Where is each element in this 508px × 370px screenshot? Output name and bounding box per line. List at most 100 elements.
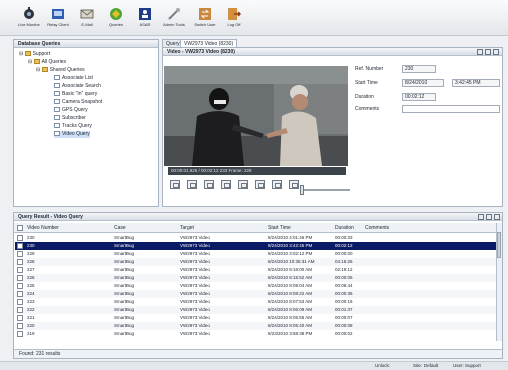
admin-tools-icon — [167, 6, 182, 21]
database-queries-title: Database Queries — [14, 40, 158, 48]
first-frame-button[interactable] — [170, 180, 180, 189]
table-row[interactable]: 222 SmartBug VW2973 Video 8/24/2010 8:06… — [15, 306, 496, 314]
table-row[interactable]: 225 SmartBug VW2973 Video 8/24/2010 8:09… — [15, 282, 496, 290]
col-case[interactable]: Case — [114, 224, 126, 232]
table-row[interactable]: 223 SmartBug VW2973 Video 8/24/2010 8:07… — [15, 298, 496, 306]
table-row[interactable]: 227 SmartBug VW2973 Video 8/24/2010 8:16… — [15, 266, 496, 274]
database-queries-panel: Database Queries ⊟ Support ⊟ All Queries… — [13, 39, 159, 207]
admin-tools-button[interactable]: Admin Tools — [163, 4, 185, 34]
row-checkbox[interactable] — [17, 243, 23, 249]
rewind-button[interactable] — [204, 180, 214, 189]
table-row-selected[interactable]: 230 SmartBug VW2973 Video 8/24/2010 3:42… — [15, 242, 496, 250]
row-checkbox[interactable] — [17, 259, 23, 265]
queries-button[interactable]: Queries — [105, 4, 127, 34]
log-off-button[interactable]: Log Off — [223, 4, 245, 34]
volume-slider-track[interactable] — [300, 189, 350, 191]
step-back-button[interactable] — [187, 180, 197, 189]
table-row[interactable]: 220 SmartBug VW2973 Video 8/24/2010 8:05… — [15, 322, 496, 330]
maximize-button[interactable] — [485, 49, 491, 55]
video-panel-title: Video - VW2973 Video (8230) — [163, 48, 502, 56]
tree-item-tracks-query[interactable]: Tracks Query — [54, 123, 92, 130]
minimize-button[interactable] — [478, 214, 484, 220]
relay-client-button[interactable]: Relay Client — [47, 4, 69, 34]
tree-item-gps-query[interactable]: GPS Query — [54, 107, 88, 114]
col-target[interactable]: Target — [180, 224, 194, 232]
row-checkbox[interactable] — [17, 267, 23, 273]
ref-number-label: Ref. Number — [355, 66, 384, 72]
query-doc-icon — [54, 91, 60, 96]
row-checkbox[interactable] — [17, 315, 23, 321]
stop-button[interactable] — [255, 180, 265, 189]
play-button[interactable] — [221, 180, 231, 189]
main-toolbar: Live Monitor Relay Client E-Mail Queries… — [0, 0, 508, 36]
tree-item-camera-snapshot[interactable]: Camera Snapshot — [54, 99, 102, 106]
tree-item-basic-in-query[interactable]: Basic "In" query — [54, 91, 97, 98]
relay-client-icon — [51, 6, 66, 21]
query-doc-icon — [54, 99, 60, 104]
folder-icon — [33, 59, 40, 64]
query-doc-icon — [54, 107, 60, 112]
maximize-button[interactable] — [486, 214, 492, 220]
site-value: Default — [424, 363, 439, 368]
unlock-label: Unlock: — [375, 363, 391, 368]
row-checkbox[interactable] — [17, 283, 23, 289]
switch-user-icon — [198, 6, 213, 21]
user-label: User: — [453, 363, 464, 368]
tree-item-support[interactable]: ⊟ Support — [19, 51, 50, 58]
step-forward-button[interactable] — [272, 180, 282, 189]
table-row[interactable]: 228 SmartBug VW2973 Video 8/24/2010 10:3… — [15, 258, 496, 266]
row-checkbox[interactable] — [17, 299, 23, 305]
tree-item-video-query[interactable]: Video Query — [54, 131, 90, 138]
comments-field[interactable] — [402, 105, 500, 113]
col-comments[interactable]: Comments — [365, 224, 389, 232]
row-checkbox[interactable] — [17, 235, 23, 241]
table-row[interactable]: 224 SmartBug VW2973 Video 8/24/2010 8:08… — [15, 290, 496, 298]
tree-item-associate-search[interactable]: Associate Search — [54, 83, 101, 90]
tree-item-associate-list[interactable]: Associate List — [54, 75, 93, 82]
table-row[interactable]: 230 SmartBug VW2973 Video 8/24/2010 4:01… — [15, 234, 496, 242]
asar-icon — [138, 6, 153, 21]
pause-button[interactable] — [238, 180, 248, 189]
row-checkbox[interactable] — [17, 251, 23, 257]
tree-item-subscriber[interactable]: Subscriber — [54, 115, 86, 122]
close-button[interactable] — [494, 214, 500, 220]
row-checkbox[interactable] — [17, 323, 23, 329]
tab-video[interactable]: VW2973 Video (8230) — [180, 39, 238, 47]
query-doc-icon — [54, 115, 60, 120]
folder-icon — [41, 67, 48, 72]
email-button[interactable]: E-Mail — [76, 4, 98, 34]
volume-slider-handle[interactable] — [300, 185, 304, 195]
site-label: Site: — [413, 363, 423, 368]
email-icon — [80, 6, 95, 21]
video-frame[interactable] — [164, 66, 348, 166]
row-checkbox[interactable] — [17, 307, 23, 313]
switch-user-button[interactable]: Switch User — [194, 4, 216, 34]
scrollbar-thumb[interactable] — [497, 232, 501, 258]
table-row[interactable]: 219 SmartBug VW2973 Video 8/23/2010 3:58… — [15, 330, 496, 338]
select-all-checkbox[interactable] — [17, 225, 23, 231]
col-start-time[interactable]: Start Time — [268, 224, 291, 232]
row-checkbox[interactable] — [17, 331, 23, 337]
row-checkbox[interactable] — [17, 291, 23, 297]
close-button[interactable] — [493, 49, 499, 55]
duration-field[interactable]: 00:02:12 — [402, 93, 436, 101]
row-checkbox[interactable] — [17, 275, 23, 281]
tree-item-shared-queries[interactable]: ⊟ Shared Queries — [36, 67, 85, 74]
folder-icon — [24, 51, 31, 56]
start-date-field[interactable]: 8/24/2010 — [402, 79, 444, 87]
tree-item-all-queries[interactable]: ⊟ All Queries — [28, 59, 66, 66]
table-row[interactable]: 226 SmartBug VW2973 Video 8/24/2010 8:15… — [15, 274, 496, 282]
live-monitor-button[interactable]: Live Monitor — [18, 4, 40, 34]
minimize-button[interactable] — [477, 49, 483, 55]
query-result-title: Query Result - Video Query — [14, 213, 502, 221]
last-frame-button[interactable] — [289, 180, 299, 189]
col-video-number[interactable]: Video Number — [27, 224, 59, 232]
col-duration[interactable]: Duration — [335, 224, 354, 232]
ref-number-field[interactable]: 230 — [402, 65, 436, 73]
table-row[interactable]: 229 SmartBug VW2973 Video 8/24/2010 3:02… — [15, 250, 496, 258]
queries-icon — [109, 6, 124, 21]
asar-button[interactable]: ASAR — [134, 4, 156, 34]
duration-label: Duration — [355, 94, 374, 100]
start-clock-field[interactable]: 3:42:45 PM — [452, 79, 500, 87]
table-row[interactable]: 221 SmartBug VW2973 Video 8/24/2010 8:05… — [15, 314, 496, 322]
